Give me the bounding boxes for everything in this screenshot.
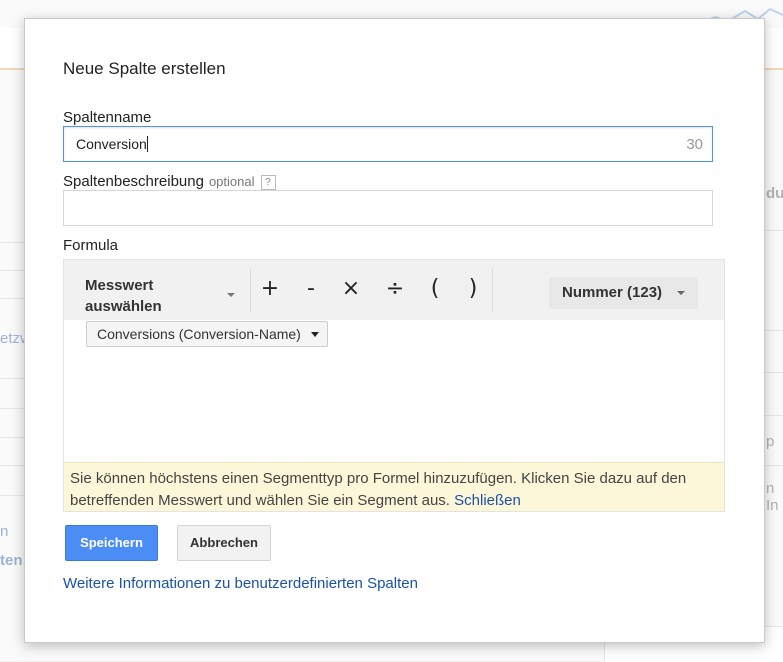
chevron-down-icon[interactable] (310, 332, 319, 337)
multiply-operator-button[interactable]: × (339, 276, 363, 301)
minus-operator-button[interactable]: - (299, 276, 323, 301)
metric-select-label-line2: auswählen (85, 298, 162, 315)
close-paren-button[interactable]: ) (461, 276, 485, 301)
formula-label: Formula (63, 237, 119, 254)
column-description-label: Spaltenbeschreibung optional? (63, 173, 276, 190)
column-name-input[interactable]: Conversion 30 (63, 126, 713, 162)
formula-toolbar: Messwert auswählen + - × ÷ ( ) Nummer (1… (64, 260, 724, 320)
background-text: p (766, 433, 775, 450)
help-icon[interactable]: ? (260, 175, 276, 190)
optional-label: optional (208, 174, 255, 189)
segment-notice-text: Sie können höchstens einen Segmenttyp pr… (70, 470, 687, 509)
column-description-label-text: Spaltenbeschreibung (63, 173, 204, 190)
formula-input-area[interactable]: Conversions (Conversion-Name) (64, 320, 724, 462)
toolbar-divider (492, 268, 493, 312)
background-text: n In (766, 480, 779, 514)
divide-operator-button[interactable]: ÷ (383, 276, 407, 301)
close-notice-link[interactable]: Schließen (454, 492, 521, 509)
save-button[interactable]: Speichern (65, 525, 158, 561)
text-caret (146, 136, 148, 152)
metric-select-label-line1: Messwert (85, 277, 154, 294)
column-name-label: Spaltenname (63, 109, 152, 126)
open-paren-button[interactable]: ( (423, 276, 447, 301)
column-description-input[interactable] (63, 190, 713, 226)
format-select-dropdown[interactable]: Nummer (123) (549, 277, 698, 309)
new-column-dialog: Neue Spalte erstellen Spaltenname Conver… (24, 18, 765, 643)
background-text: du (766, 185, 783, 202)
cancel-button[interactable]: Abbrechen (177, 525, 271, 561)
metric-select-dropdown[interactable]: Messwert auswählen (85, 275, 245, 317)
formula-editor: Messwert auswählen + - × ÷ ( ) Nummer (1… (63, 259, 725, 512)
background-text: n (0, 523, 9, 540)
segment-notice: Sie können höchstens einen Segmenttyp pr… (64, 462, 724, 511)
more-info-link[interactable]: Weitere Informationen zu benutzerdefinie… (63, 575, 418, 592)
metric-chip-label: Conversions (Conversion-Name) (97, 326, 301, 342)
char-counter: 30 (686, 136, 703, 153)
column-name-value: Conversion (76, 136, 147, 152)
toolbar-divider (250, 268, 251, 312)
chevron-down-icon (227, 293, 235, 297)
metric-chip[interactable]: Conversions (Conversion-Name) (86, 321, 328, 347)
dialog-title: Neue Spalte erstellen (63, 59, 226, 78)
format-select-label: Nummer (123) (562, 284, 663, 301)
plus-operator-button[interactable]: + (258, 276, 282, 301)
chevron-down-icon (677, 291, 685, 295)
column-name-value-wrap: Conversion (76, 136, 148, 152)
background-text: ten (0, 552, 23, 569)
